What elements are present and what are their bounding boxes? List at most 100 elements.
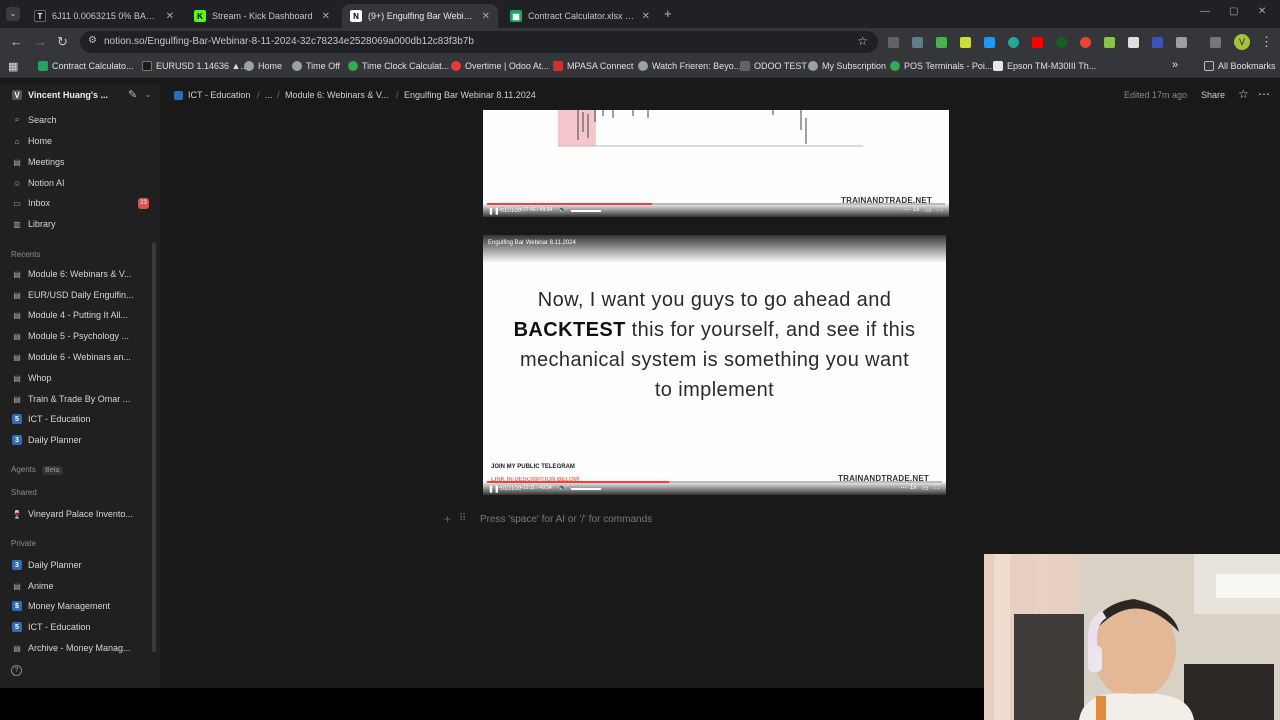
- volume-slider[interactable]: [571, 210, 601, 212]
- recent-page[interactable]: ▤ Module 5 - Psychology ...: [12, 331, 142, 341]
- favorite-star-icon[interactable]: ☆: [1238, 87, 1249, 101]
- reload-icon[interactable]: ↻: [57, 34, 68, 50]
- address-bar[interactable]: ⚙ notion.so/Engulfing-Bar-Webinar-8-11-2…: [80, 31, 878, 53]
- recent-page[interactable]: 3 Daily Planner: [12, 435, 142, 445]
- extension-icon[interactable]: [1056, 37, 1067, 48]
- private-page[interactable]: 5 ICT - Education: [12, 622, 142, 632]
- close-window-icon[interactable]: ✕: [1258, 6, 1266, 17]
- private-page[interactable]: $ Money Management: [12, 601, 142, 611]
- pip-icon[interactable]: ▭: [925, 206, 932, 214]
- extension-icon[interactable]: [1152, 37, 1163, 48]
- pause-icon[interactable]: ❚❚: [488, 485, 500, 493]
- add-block-icon[interactable]: +: [444, 512, 451, 526]
- tab-search-icon[interactable]: ⌄: [6, 7, 20, 21]
- more-icon[interactable]: ⋯: [903, 206, 910, 214]
- sidebar-scrollbar[interactable]: [152, 242, 156, 652]
- private-page[interactable]: 3 Daily Planner: [12, 560, 142, 570]
- sidebar-item-home[interactable]: ⌂ Home: [12, 136, 142, 146]
- bookmark-item[interactable]: EURUSD 1.14636 ▲...: [142, 61, 248, 71]
- site-info-icon[interactable]: ⚙: [88, 35, 97, 46]
- forward-icon[interactable]: →: [34, 34, 47, 50]
- fullscreen-icon[interactable]: ⛶: [934, 484, 939, 492]
- pip-icon[interactable]: ▭: [922, 484, 929, 492]
- more-icon[interactable]: ⋯: [900, 484, 907, 492]
- breadcrumb-item[interactable]: Module 6: Webinars & V...: [285, 90, 389, 100]
- new-page-icon[interactable]: ✎: [128, 88, 137, 101]
- bookmark-item[interactable]: Overtime | Odoo At...: [451, 61, 549, 71]
- recent-page[interactable]: ▤ Module 6: Webinars & V...: [12, 269, 142, 279]
- bookmark-item[interactable]: Time Off: [292, 61, 340, 71]
- sidebar-item-search[interactable]: ⌕ Search: [12, 115, 142, 125]
- volume-slider[interactable]: [571, 488, 601, 490]
- volume-icon[interactable]: 🔊: [558, 206, 567, 214]
- recent-page[interactable]: 5 ICT - Education: [12, 414, 142, 424]
- close-tab-icon[interactable]: ✕: [642, 11, 650, 22]
- apps-grid-icon[interactable]: ▦: [8, 60, 18, 73]
- extensions-puzzle-icon[interactable]: [1176, 37, 1187, 48]
- more-options-icon[interactable]: ⋯: [1258, 87, 1270, 101]
- close-tab-icon[interactable]: ✕: [166, 11, 174, 22]
- extension-icon[interactable]: [888, 37, 899, 48]
- fullscreen-icon[interactable]: ⛶: [937, 206, 942, 214]
- recent-page[interactable]: ▤ Module 4 - Putting It All...: [12, 310, 142, 320]
- bookmark-item[interactable]: POS Terminals - Poi...: [890, 61, 992, 71]
- all-bookmarks-folder[interactable]: All Bookmarks: [1204, 61, 1276, 71]
- browser-menu-icon[interactable]: ⋮: [1260, 34, 1273, 50]
- profile-avatar[interactable]: V: [1234, 34, 1250, 50]
- embedded-video-1[interactable]: TRAINANDTRADE.NET ❚❚ ⟲10 10⟳ 17:46 / 49:…: [483, 110, 949, 217]
- recent-page[interactable]: ▤ Train & Trade By Omar ...: [12, 394, 142, 404]
- volume-icon[interactable]: 🔊: [558, 484, 567, 492]
- private-page[interactable]: ▤ Anime: [12, 581, 142, 591]
- extension-icon[interactable]: [1104, 37, 1115, 48]
- sidebar-item-library[interactable]: ▥ Library: [12, 219, 142, 229]
- extension-icon[interactable]: [960, 37, 971, 48]
- bookmark-item[interactable]: Time Clock Calculat...: [348, 61, 449, 71]
- sidebar-item-meetings[interactable]: ▤ Meetings: [12, 157, 142, 167]
- empty-block-placeholder[interactable]: Press 'space' for AI or '/' for commands: [480, 514, 652, 525]
- share-button[interactable]: Share: [1201, 90, 1225, 100]
- shared-page[interactable]: 🍷 Vineyard Palace Invento...: [12, 509, 142, 519]
- minimize-icon[interactable]: —: [1200, 6, 1210, 17]
- breadcrumb-item[interactable]: ...: [265, 90, 273, 100]
- bookmark-item[interactable]: Contract Calculato...: [38, 61, 134, 71]
- rewind-icon[interactable]: ⟲10: [499, 485, 511, 492]
- extension-icon[interactable]: [936, 37, 947, 48]
- sidebar-collapse-icon[interactable]: ⌄: [144, 89, 152, 100]
- extension-icon[interactable]: [1080, 37, 1091, 48]
- extension-icon[interactable]: [912, 37, 923, 48]
- extension-icon[interactable]: [1008, 37, 1019, 48]
- browser-tab[interactable]: ▦ Contract Calculator.xlsx - Goog ✕: [502, 4, 658, 28]
- private-page[interactable]: ▤ Archive - Money Manag...: [12, 643, 142, 653]
- maximize-icon[interactable]: ▢: [1229, 6, 1238, 17]
- forward-icon[interactable]: 10⟳: [511, 485, 523, 492]
- bookmark-star-icon[interactable]: ☆: [857, 34, 868, 48]
- playback-speed[interactable]: 1x: [910, 485, 916, 491]
- browser-tab-active[interactable]: N (9+) Engulfing Bar Webinar 8.1 ✕: [342, 4, 498, 28]
- sidebar-item-notion-ai[interactable]: ☺ Notion AI: [12, 178, 142, 188]
- bookmark-item[interactable]: Epson TM-M30III Th...: [993, 61, 1096, 71]
- recent-page[interactable]: ▤ EUR/USD Daily Engulfin...: [12, 290, 142, 300]
- close-tab-icon[interactable]: ✕: [322, 11, 330, 22]
- new-tab-button[interactable]: +: [664, 6, 672, 21]
- forward-icon[interactable]: 10⟳: [511, 207, 523, 214]
- help-icon[interactable]: ?: [11, 665, 22, 676]
- reading-list-icon[interactable]: [1210, 37, 1221, 48]
- extension-icon[interactable]: [1128, 37, 1139, 48]
- bookmark-item[interactable]: MPASA Connect: [553, 61, 633, 71]
- bookmark-item[interactable]: My Subscription: [808, 61, 886, 71]
- close-tab-icon[interactable]: ✕: [482, 11, 490, 22]
- back-icon[interactable]: ←: [10, 34, 23, 50]
- more-bookmarks-icon[interactable]: »: [1172, 59, 1178, 71]
- pause-icon[interactable]: ❚❚: [488, 207, 500, 215]
- recent-page[interactable]: ▤ Whop: [12, 373, 142, 383]
- workspace-switcher[interactable]: V Vincent Huang's ...: [12, 90, 142, 100]
- recent-page[interactable]: ▤ Module 6 - Webinars an...: [12, 352, 142, 362]
- drag-handle-icon[interactable]: ⠿: [459, 513, 466, 524]
- breadcrumb-item[interactable]: ICT - Education: [174, 90, 250, 100]
- playback-speed[interactable]: 1x: [913, 207, 919, 213]
- sidebar-item-inbox[interactable]: ▭ Inbox: [12, 198, 152, 208]
- extension-icon[interactable]: [1032, 37, 1043, 48]
- bookmark-item[interactable]: ODOO TEST: [740, 61, 807, 71]
- extension-icon[interactable]: [984, 37, 995, 48]
- embedded-video-2[interactable]: Engulfing Bar Webinar 8.11.2024 Now, I w…: [483, 235, 946, 495]
